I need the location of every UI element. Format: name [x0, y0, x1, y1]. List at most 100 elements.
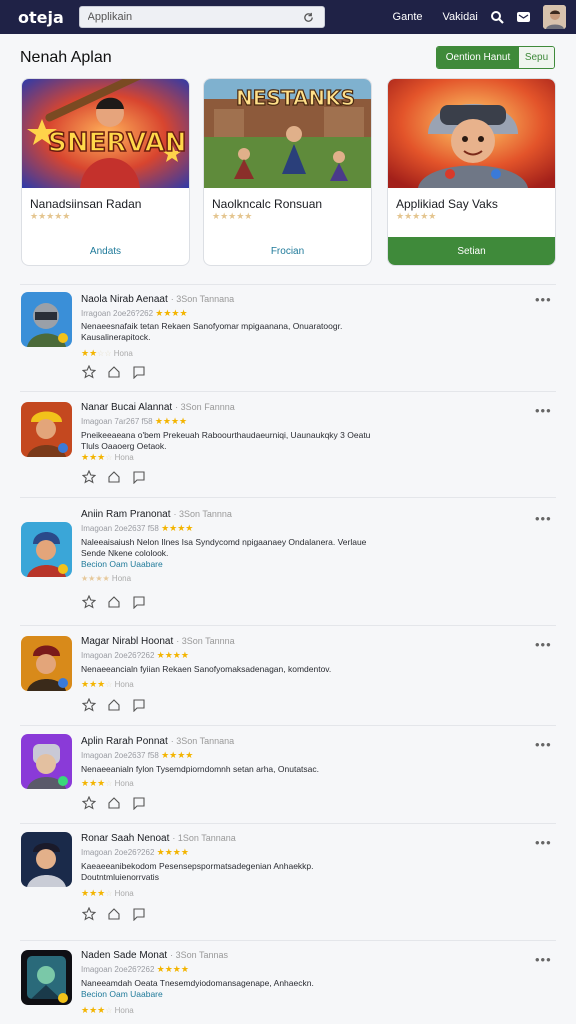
- comment-icon[interactable]: [131, 906, 146, 921]
- svg-text:NESTANKS: NESTANKS: [236, 86, 355, 110]
- segment-control: Oention Hanut Sepu: [436, 46, 555, 69]
- rating-row: ★★★☆ Hona: [81, 888, 134, 898]
- app-title[interactable]: Naden Sade Monat · 3Son Tannas: [81, 950, 228, 961]
- action-icons: [81, 364, 156, 379]
- share-icon[interactable]: [106, 594, 121, 609]
- app-title[interactable]: Aplin Rarah Ponnat · 3Son Tannana: [81, 736, 234, 747]
- action-icons: [81, 906, 156, 921]
- app-meta: Imagoan 2oe2637 f58 ★★★★: [81, 523, 194, 533]
- featured-artwork: NESTANKS: [204, 79, 371, 188]
- comment-icon[interactable]: [131, 697, 146, 712]
- app-description: Nenaeesnafaik tetan Rekaen Sanofyomar mp…: [81, 321, 343, 342]
- comment-icon[interactable]: [131, 364, 146, 379]
- action-icons: [81, 795, 156, 810]
- featured-cta-button[interactable]: Frocian: [204, 237, 371, 265]
- app-meta: Irragoan 2oe26?262 ★★★★: [81, 308, 188, 318]
- more-options-icon[interactable]: •••: [535, 737, 552, 752]
- app-icon: [21, 734, 72, 789]
- star-icon[interactable]: [81, 469, 96, 484]
- app-icon: [21, 950, 72, 1005]
- more-options-icon[interactable]: •••: [535, 952, 552, 967]
- app-icon: [21, 292, 72, 347]
- star-rating: ★★★★★: [30, 211, 71, 221]
- app-title[interactable]: Aniin Ram Pranonat · 3Son Tannna: [81, 509, 232, 520]
- top-bar: oteja Gante Vakidai: [0, 0, 576, 34]
- featured-name: Applikiad Say Vaks: [396, 197, 498, 211]
- star-icon[interactable]: [81, 697, 96, 712]
- app-title[interactable]: Ronar Saah Nenoat · 1Son Tannana: [81, 833, 236, 844]
- comment-icon[interactable]: [131, 594, 146, 609]
- divider: [20, 284, 556, 285]
- star-icon[interactable]: [81, 364, 96, 379]
- star-rating: ★★★★★: [396, 211, 437, 221]
- app-icon: [21, 636, 72, 691]
- svg-text:SNERVAN: SNERVAN: [48, 128, 187, 158]
- share-icon[interactable]: [106, 469, 121, 484]
- more-options-icon[interactable]: •••: [535, 637, 552, 652]
- rating-row: ★★★☆ Hona: [81, 1005, 134, 1015]
- app-icon: [21, 402, 72, 457]
- search-bar[interactable]: [78, 6, 325, 28]
- star-icon[interactable]: [81, 795, 96, 810]
- comment-icon[interactable]: [131, 469, 146, 484]
- comment-icon[interactable]: [131, 795, 146, 810]
- app-icon: [21, 832, 72, 887]
- more-options-icon[interactable]: •••: [535, 835, 552, 850]
- app-description: Naneeamdah Oeata Tnesemdyiodomansagenape…: [81, 978, 314, 988]
- more-options-icon[interactable]: •••: [535, 403, 552, 418]
- rating-row: ★★★☆ Hona: [81, 452, 134, 462]
- rating-row: ★★★☆ Hona: [81, 778, 134, 788]
- share-icon[interactable]: [106, 697, 121, 712]
- rating-row: ★★★★ Hona: [81, 574, 132, 583]
- search-input[interactable]: [87, 11, 302, 23]
- featured-name: Naolkncalc Ronsuan: [212, 197, 323, 211]
- logo-text: oteja: [18, 7, 64, 27]
- app-link[interactable]: Becion Oam Uaabare: [81, 559, 163, 569]
- search-icon[interactable]: [488, 8, 505, 26]
- divider: [20, 725, 556, 726]
- featured-artwork: [388, 79, 555, 188]
- app-description: Nenaeeancialn fyiian Rekaen Sanofyomaksa…: [81, 664, 332, 674]
- share-icon[interactable]: [106, 906, 121, 921]
- share-icon[interactable]: [106, 795, 121, 810]
- divider: [20, 391, 556, 392]
- message-icon[interactable]: [515, 8, 532, 26]
- refresh-icon[interactable]: [302, 10, 316, 24]
- rating-row: ★★★☆ Hona: [81, 679, 134, 689]
- nav-link-vakidai[interactable]: Vakidai: [443, 11, 478, 23]
- star-icon[interactable]: [81, 594, 96, 609]
- featured-card[interactable]: NESTANKS Naolkncalc Ronsuan ★★★★★ Frocia…: [203, 78, 372, 266]
- divider: [20, 823, 556, 824]
- app-description: Naleeaisaiush Nelon Ilnes Isa Syndycomd …: [81, 537, 367, 558]
- app-meta: Imagoan 2oe26?262 ★★★★: [81, 964, 189, 974]
- app-meta: Imagoan 7ar267 f58 ★★★★: [81, 416, 188, 426]
- app-link[interactable]: Becion Oam Uaabare: [81, 989, 163, 999]
- app-meta: Imagoan 2oe26?262 ★★★★: [81, 847, 189, 857]
- segment-option-1[interactable]: Oention Hanut: [437, 47, 519, 68]
- divider: [20, 940, 556, 941]
- action-icons: [81, 697, 156, 712]
- nav-link-gante[interactable]: Gante: [393, 11, 423, 23]
- rating-row: ★★☆☆ Hona: [81, 348, 133, 358]
- app-title[interactable]: Magar Nirabl Hoonat · 3Son Tannna: [81, 636, 235, 647]
- app-logo[interactable]: oteja: [18, 8, 67, 27]
- app-title[interactable]: Naola Nirab Aenaat · 3Son Tannana: [81, 294, 234, 305]
- more-options-icon[interactable]: •••: [535, 292, 552, 307]
- segment-option-2[interactable]: Sepu: [519, 47, 554, 68]
- action-icons: [81, 469, 156, 484]
- divider: [20, 497, 556, 498]
- app-title[interactable]: Nanar Bucai Alannat · 3Son Fannna: [81, 402, 235, 413]
- featured-card[interactable]: SNERVAN Nanadsiinsan Radan ★★★★★ Andats: [21, 78, 190, 266]
- star-icon[interactable]: [81, 906, 96, 921]
- featured-card[interactable]: Applikiad Say Vaks ★★★★★ Setian: [387, 78, 556, 266]
- app-meta: Imagoan 2oe26?262 ★★★★: [81, 650, 189, 660]
- app-icon: [21, 522, 72, 577]
- avatar[interactable]: [542, 5, 566, 29]
- star-rating: ★★★★★: [212, 211, 253, 221]
- featured-cta-button[interactable]: Andats: [22, 237, 189, 265]
- divider: [20, 625, 556, 626]
- featured-cta-button[interactable]: Setian: [388, 237, 555, 265]
- share-icon[interactable]: [106, 364, 121, 379]
- more-options-icon[interactable]: •••: [535, 511, 552, 526]
- app-description: Nenaeeanialn fylon Tysemdpiorndomnh seta…: [81, 764, 319, 774]
